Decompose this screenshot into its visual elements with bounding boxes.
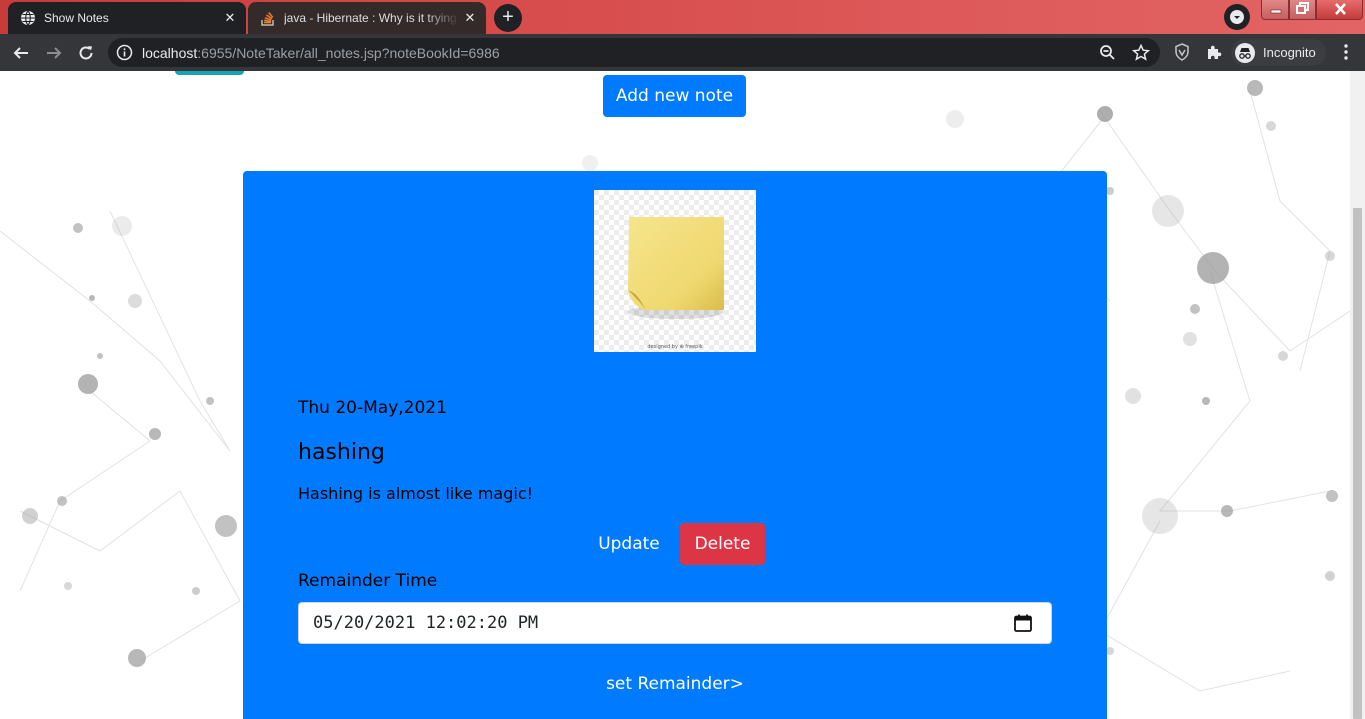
close-window-button[interactable] [1316, 0, 1363, 20]
incognito-badge[interactable]: Incognito [1231, 39, 1326, 66]
address-bar[interactable]: localhost:6955/NoteTaker/all_notes.jsp?n… [108, 38, 1160, 67]
reminder-time-label: Remainder Time [298, 571, 438, 591]
restore-icon [1296, 2, 1309, 14]
page-scrollbar[interactable] [1350, 71, 1365, 719]
globe-icon [21, 10, 35, 26]
bookmark-star-icon[interactable] [1131, 43, 1151, 63]
delete-button[interactable]: Delete [680, 523, 765, 565]
svg-text:designed by ⊕ freepik: designed by ⊕ freepik [647, 344, 702, 350]
tab-show-notes[interactable]: Show Notes ✕ [8, 2, 246, 34]
forward-button[interactable] [42, 41, 66, 65]
reminder-datetime-input[interactable]: 05/20/2021 12:02:20 PM [298, 602, 1052, 644]
incognito-label: Incognito [1263, 45, 1316, 60]
back-button[interactable] [9, 41, 33, 65]
page-viewport: Add new note designed by ⊕ freepik Thu 2… [0, 71, 1365, 719]
set-reminder-link[interactable]: set Remainder> [243, 674, 1107, 694]
stackoverflow-icon [261, 12, 274, 26]
chevron-down-icon [1230, 10, 1244, 24]
tab-search-button[interactable] [1224, 4, 1250, 30]
more-menu-icon[interactable] [1336, 42, 1356, 62]
reload-icon [79, 46, 93, 60]
scrollbar-thumb[interactable] [1353, 208, 1362, 719]
browser-tabstrip: Show Notes ✕ java - Hibernate : Why is i… [0, 0, 1365, 34]
shield-icon[interactable] [1172, 42, 1192, 62]
arrow-left-icon [13, 47, 28, 59]
sticky-note-image: designed by ⊕ freepik [594, 190, 756, 352]
url-path: :6955/NoteTaker/all_notes.jsp?noteBookId… [197, 45, 500, 61]
update-button[interactable]: Update [588, 523, 670, 565]
close-tab-icon[interactable]: ✕ [460, 8, 480, 28]
note-card: designed by ⊕ freepik Thu 20-May,2021 ha… [243, 171, 1107, 719]
extensions-icon[interactable] [1204, 42, 1224, 62]
zoom-icon[interactable] [1098, 43, 1118, 63]
tab-stackoverflow[interactable]: java - Hibernate : Why is it trying ✕ [248, 2, 486, 34]
tab-title: Show Notes [44, 11, 109, 25]
arrow-right-icon [47, 47, 62, 59]
restore-button[interactable] [1289, 0, 1316, 20]
calendar-icon[interactable] [1013, 613, 1033, 633]
minimize-icon [1270, 9, 1282, 14]
url-host: localhost [142, 45, 198, 61]
close-icon [1335, 3, 1346, 15]
add-new-note-button[interactable]: Add new note [603, 75, 746, 117]
info-icon[interactable] [116, 44, 133, 61]
new-tab-button[interactable]: + [494, 4, 522, 32]
incognito-icon [1235, 42, 1255, 63]
close-tab-icon[interactable]: ✕ [220, 8, 240, 28]
partial-nav-button[interactable] [175, 71, 244, 75]
note-content: Hashing is almost like magic! [298, 484, 534, 503]
browser-toolbar: localhost:6955/NoteTaker/all_notes.jsp?n… [0, 34, 1365, 71]
tab-title: java - Hibernate : Why is it trying [284, 11, 457, 25]
note-date: Thu 20-May,2021 [298, 398, 447, 418]
url-text[interactable]: localhost:6955/NoteTaker/all_notes.jsp?n… [142, 45, 500, 61]
reminder-datetime-value: 05/20/2021 12:02:20 PM [313, 613, 539, 633]
note-title: hashing [298, 440, 385, 465]
reload-button[interactable] [74, 41, 98, 65]
minimize-button[interactable] [1261, 0, 1289, 20]
